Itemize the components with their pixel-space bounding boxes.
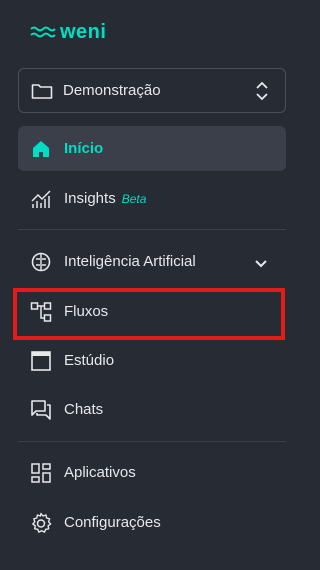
project-name: Demonstração bbox=[63, 82, 161, 99]
nav-label-chats: Chats bbox=[64, 401, 104, 418]
nav-item-insights[interactable]: Insights Beta bbox=[18, 176, 286, 221]
nav-item-fluxos[interactable]: Fluxos bbox=[18, 289, 286, 334]
chart-icon bbox=[30, 188, 52, 210]
folder-icon bbox=[31, 80, 53, 102]
divider bbox=[18, 441, 286, 442]
nav-label-inicio: Início bbox=[64, 140, 104, 157]
nav-item-chats[interactable]: Chats bbox=[18, 387, 286, 432]
weni-waves-icon bbox=[30, 24, 56, 40]
nav-label-aplicativos: Aplicativos bbox=[64, 464, 136, 481]
project-selector[interactable]: Demonstração bbox=[18, 68, 286, 113]
beta-badge: Beta bbox=[121, 191, 147, 206]
sidebar: weni Demonstração Início Insights Beta I… bbox=[0, 0, 303, 570]
brand-logo[interactable]: weni bbox=[30, 22, 106, 42]
chat-icon bbox=[30, 399, 52, 421]
nav-label-ia: Inteligência Artificial bbox=[64, 253, 196, 270]
nav-item-estudio[interactable]: Estúdio bbox=[18, 338, 286, 383]
brand-name: weni bbox=[60, 21, 107, 43]
nav-item-ia[interactable]: Inteligência Artificial bbox=[18, 239, 286, 284]
chevron-down-icon[interactable] bbox=[250, 253, 272, 275]
nav-label-configuracoes: Configurações bbox=[64, 514, 161, 531]
unfold-icon[interactable] bbox=[251, 80, 273, 102]
brain-icon bbox=[30, 251, 52, 273]
nav-item-configuracoes[interactable]: Configurações bbox=[18, 500, 286, 545]
nav-item-aplicativos[interactable]: Aplicativos bbox=[18, 450, 286, 495]
gear-icon bbox=[30, 512, 52, 534]
window-icon bbox=[30, 350, 52, 372]
home-icon bbox=[30, 138, 52, 160]
nav-label-insights: Insights bbox=[64, 190, 116, 207]
nav-label-estudio: Estúdio bbox=[64, 352, 115, 369]
nav-item-inicio[interactable]: Início bbox=[18, 126, 286, 171]
nav-label-fluxos: Fluxos bbox=[64, 303, 109, 320]
flow-icon bbox=[30, 301, 52, 323]
divider bbox=[18, 229, 286, 230]
apps-icon bbox=[30, 462, 52, 484]
